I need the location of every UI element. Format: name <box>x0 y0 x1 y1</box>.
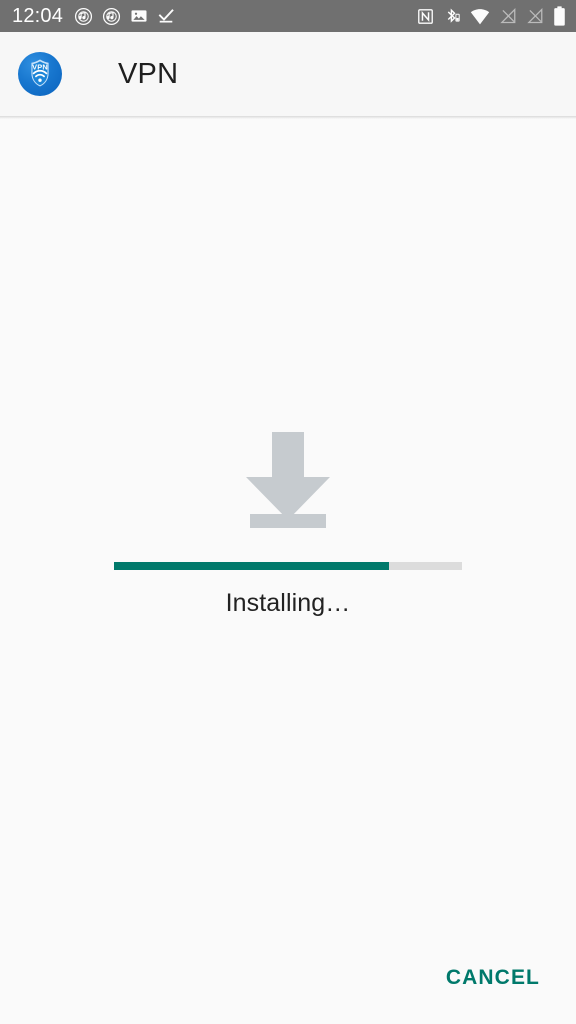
vpn-shield-icon: VPN <box>18 52 62 96</box>
bluetooth-battery-icon <box>443 7 461 25</box>
install-progress-bar <box>114 562 462 570</box>
install-progress-block: Installing… <box>0 430 576 618</box>
page-title: VPN <box>118 57 179 90</box>
music-note-circle-icon <box>102 7 121 26</box>
install-progress-fill <box>114 562 389 570</box>
status-bar-clock: 12:04 <box>12 5 64 27</box>
status-bar-left-group: 12:04 <box>12 6 175 26</box>
status-bar-right-group <box>417 6 566 26</box>
download-complete-icon <box>157 7 175 25</box>
cancel-button[interactable]: CANCEL <box>434 956 552 1000</box>
status-bar: 12:04 <box>0 0 576 32</box>
image-icon <box>130 7 148 25</box>
signal-off-icon <box>526 7 544 25</box>
wifi-icon <box>470 7 490 25</box>
install-status-text: Installing… <box>225 589 351 617</box>
main-content: Installing… CANCEL <box>0 116 576 1024</box>
download-arrow-icon <box>240 430 336 528</box>
app-bar: VPN VPN <box>0 32 576 119</box>
bottom-action-bar: CANCEL <box>0 932 576 1024</box>
signal-off-icon <box>499 7 517 25</box>
battery-icon <box>553 6 566 26</box>
nfc-icon <box>417 8 434 25</box>
music-note-circle-icon <box>74 7 93 26</box>
app-screen: 12:04 VPN VPN Installing… CANCEL <box>0 0 576 1024</box>
